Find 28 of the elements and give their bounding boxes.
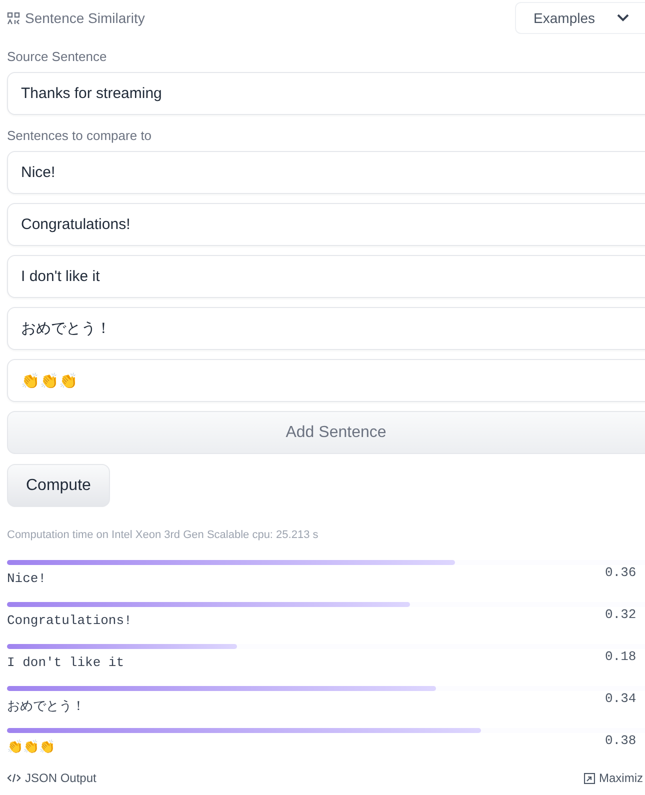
source-sentence-field[interactable]: Thanks for streaming [7,72,645,115]
computation-time: Computation time on Intel Xeon 3rd Gen Scalable cpu: 25.213 s [7,529,320,541]
compute-button[interactable]: Compute [7,464,110,507]
result-label: 👏👏👏 [7,739,55,755]
app-title: Sentence Similarity [25,10,145,26]
sentence-field[interactable]: おめでとう！ [7,307,645,350]
similarity-score: 0.34 [605,690,638,706]
maximize-icon [584,772,595,784]
qr-text-icon [7,12,20,24]
result-label: Congratulations! [7,613,132,628]
json-output-label: JSON Output [25,771,96,785]
field-label: Source Sentence [7,49,108,64]
sentence-field[interactable]: I don't like it [7,255,645,298]
add-sentence-button[interactable]: Add Sentence [7,411,645,454]
result-label: おめでとう！ [7,698,85,715]
similarity-score: 0.32 [605,606,638,622]
sentence-field[interactable]: Congratulations! [7,203,645,246]
code-icon [7,773,21,783]
similarity-score: 0.18 [605,648,638,664]
result-label: I don't like it [7,655,124,670]
chevron-down-icon [617,14,629,22]
result-label: Nice! [7,571,46,586]
sentence-field[interactable]: Nice! [7,151,645,194]
field-label: Sentences to compare to [7,128,153,143]
similarity-score: 0.38 [605,732,638,748]
similarity-score: 0.36 [605,564,638,580]
examples-dropdown[interactable]: Examples [514,2,645,34]
maximize-button[interactable]: Maximiz [584,771,643,785]
